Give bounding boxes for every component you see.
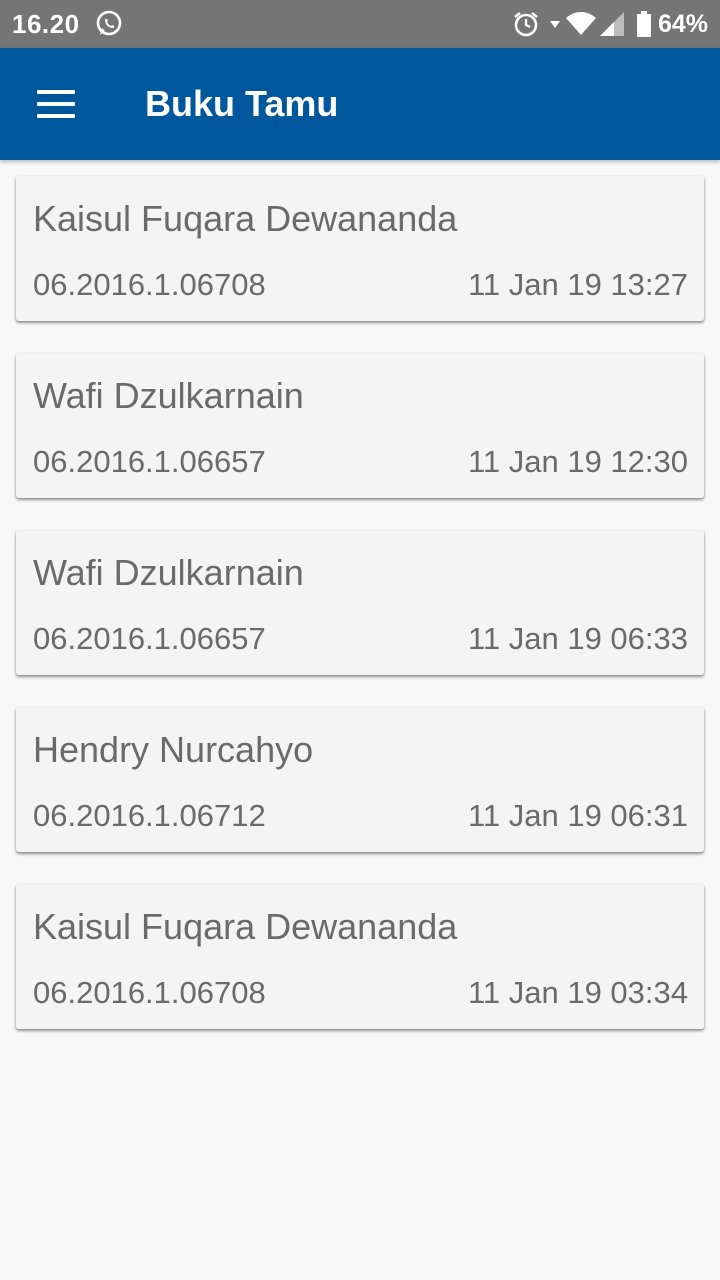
guest-nim: 06.2016.1.06708 [33,975,266,1010]
guest-name: Wafi Dzulkarnain [33,552,304,593]
guest-card[interactable]: Kaisul Fuqara Dewananda 06.2016.1.06708 … [16,884,704,1029]
battery-percent: 64% [657,9,708,38]
data-arrow-icon [549,19,560,29]
guest-nim: 06.2016.1.06712 [33,798,266,833]
status-time: 16.20 [12,8,80,39]
guest-timestamp: 11 Jan 19 06:31 [467,798,688,833]
guest-card[interactable]: Kaisul Fuqara Dewananda 06.2016.1.06708 … [16,176,704,321]
guest-card[interactable]: Wafi Dzulkarnain 06.2016.1.06657 11 Jan … [16,530,704,675]
guest-card[interactable]: Hendry Nurcahyo 06.2016.1.06712 11 Jan 1… [16,707,704,852]
guest-nim: 06.2016.1.06708 [33,267,266,302]
guest-name: Kaisul Fuqara Dewananda [33,906,458,947]
guest-nim: 06.2016.1.06657 [33,444,266,479]
alarm-icon [512,10,540,38]
app-bar: Buku Tamu [0,48,720,160]
guest-list: Kaisul Fuqara Dewananda 06.2016.1.06708 … [16,176,704,1061]
guest-timestamp: 11 Jan 19 03:34 [467,975,688,1010]
wifi-icon [565,12,596,36]
guest-timestamp: 11 Jan 19 12:30 [467,444,688,479]
status-bar: 16.20 64% [0,0,720,48]
guest-nim: 06.2016.1.06657 [33,621,266,656]
signal-icon [599,12,624,36]
guest-timestamp: 11 Jan 19 13:27 [467,267,688,302]
menu-button[interactable] [0,48,112,160]
battery-icon [636,11,652,37]
guest-card[interactable]: Wafi Dzulkarnain 06.2016.1.06657 11 Jan … [16,353,704,498]
guest-name: Wafi Dzulkarnain [33,375,304,416]
app-title: Buku Tamu [145,83,339,124]
guest-name: Hendry Nurcahyo [33,729,314,770]
whatsapp-icon [94,9,124,39]
menu-icon [37,90,75,118]
guest-name: Kaisul Fuqara Dewananda [33,198,458,239]
guest-timestamp: 11 Jan 19 06:33 [467,621,688,656]
